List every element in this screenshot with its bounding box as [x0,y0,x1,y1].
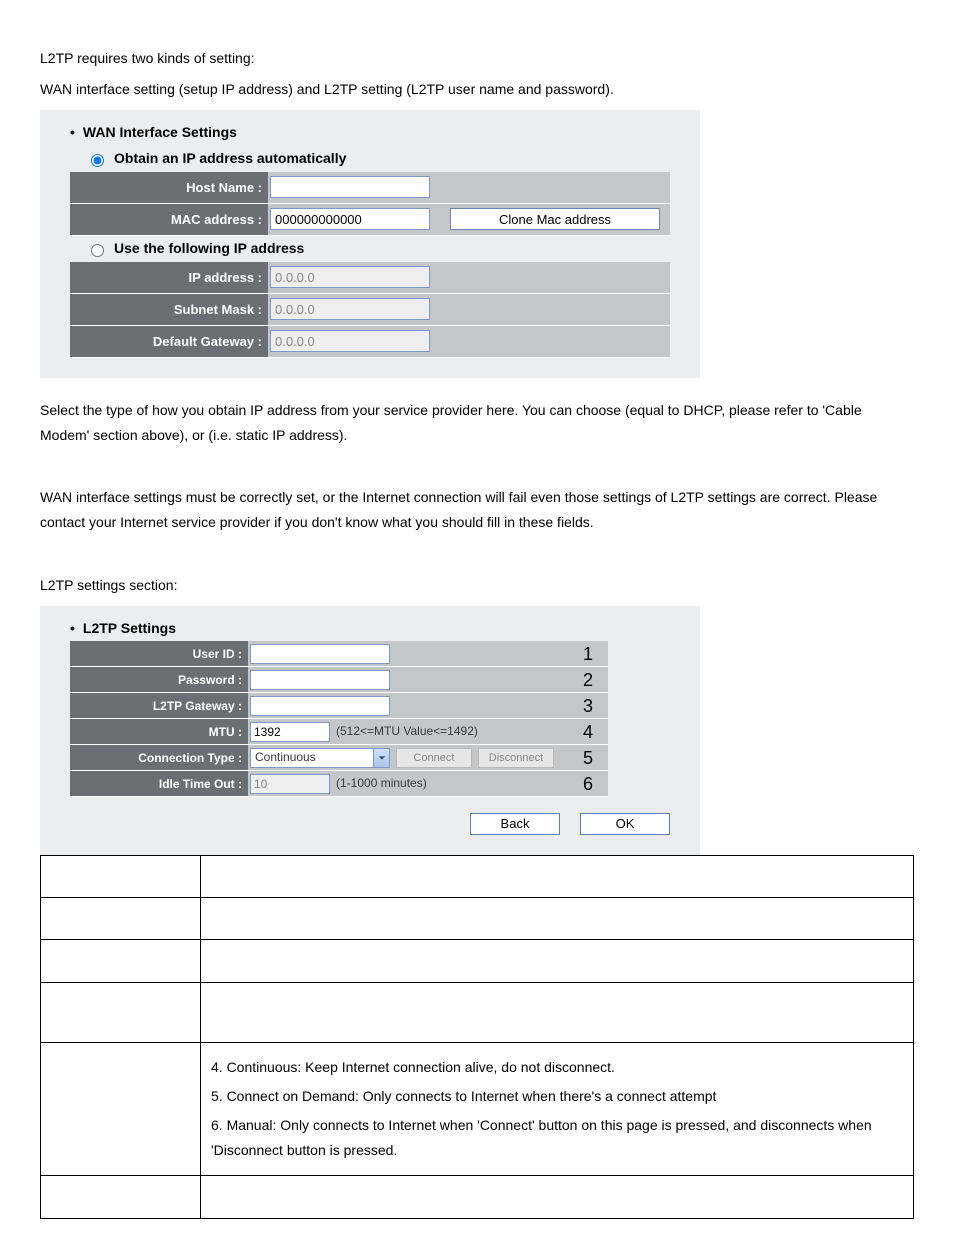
num-6: 6 [568,771,608,797]
wan-panel: WAN Interface Settings Obtain an IP addr… [40,110,700,377]
ip-input [270,266,430,288]
chevron-down-icon [373,749,389,767]
mac-input[interactable] [270,208,430,230]
mask-input [270,298,430,320]
l2tp-gw-label: L2TP Gateway : [70,693,248,719]
ct-select[interactable]: Continuous [250,748,390,768]
ref-5-5: 5. Connect on Demand: Only connects to I… [211,1084,903,1109]
opt-static-row[interactable]: Use the following IP address [70,236,670,262]
mtu-input[interactable] [250,722,330,742]
ref-5-6: 6. Manual: Only connects to Internet whe… [211,1113,903,1163]
radio-static[interactable] [91,244,104,257]
mac-label: MAC address : [70,204,268,236]
gw-input [270,330,430,352]
reference-table: 4. Continuous: Keep Internet connection … [40,855,914,1219]
mtu-label: MTU : [70,719,248,745]
opt-auto-row[interactable]: Obtain an IP address automatically [70,146,670,172]
intro-line2: WAN interface setting (setup IP address)… [40,77,914,102]
user-label: User ID : [70,641,248,667]
radio-auto[interactable] [91,154,104,167]
disconnect-button[interactable]: Disconnect [478,748,554,768]
pass-input[interactable] [250,670,390,690]
mid-p2: WAN interface settings must be correctly… [40,485,914,535]
num-4: 4 [568,719,608,745]
idle-hint: (1-1000 minutes) [336,773,427,795]
wan-heading: WAN Interface Settings [70,120,670,145]
intro-line1: L2TP requires two kinds of setting: [40,46,914,71]
num-5: 5 [568,745,608,771]
mtu-hint: (512<=MTU Value<=1492) [336,721,478,743]
gw-label: Default Gateway : [70,326,268,358]
mid-p1: Select the type of how you obtain IP add… [40,398,914,448]
opt-auto-label: Obtain an IP address automatically [114,146,346,171]
l2tp-heading: L2TP Settings [70,616,680,641]
mid-p3: L2TP settings section: [40,573,914,598]
clone-mac-button[interactable]: Clone Mac address [450,208,660,230]
idle-input [250,774,330,794]
connect-button[interactable]: Connect [396,748,472,768]
back-button[interactable]: Back [470,813,560,835]
ct-label: Connection Type : [70,745,248,771]
ref-5-4: 4. Continuous: Keep Internet connection … [211,1055,903,1080]
opt-static-label: Use the following IP address [114,236,304,261]
num-2: 2 [568,667,608,693]
user-input[interactable] [250,644,390,664]
ok-button[interactable]: OK [580,813,670,835]
host-input[interactable] [270,176,430,198]
pass-label: Password : [70,667,248,693]
host-label: Host Name : [70,172,268,204]
l2tp-gw-input[interactable] [250,696,390,716]
ip-label: IP address : [70,262,268,294]
l2tp-panel: L2TP Settings User ID : 1 Password : 2 L… [40,606,700,855]
num-3: 3 [568,693,608,719]
mask-label: Subnet Mask : [70,294,268,326]
num-1: 1 [568,641,608,667]
idle-label: Idle Time Out : [70,771,248,797]
